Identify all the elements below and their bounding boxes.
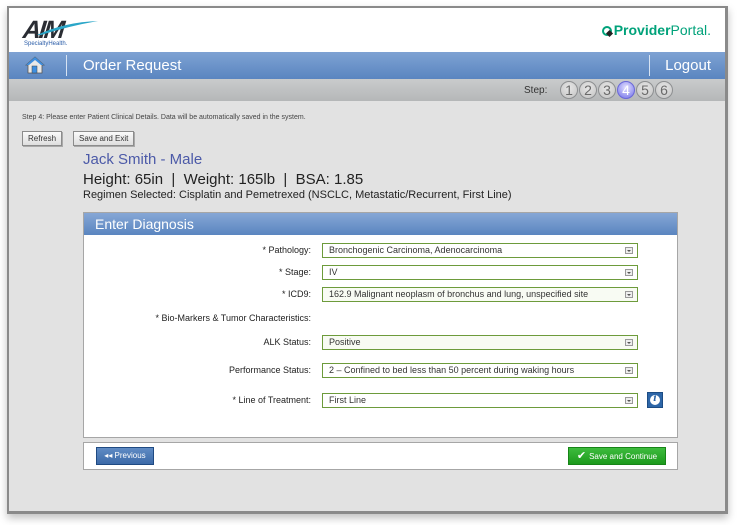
instructions-text: Step 4: Please enter Patient Clinical De… [22,114,306,121]
alk-status-select[interactable]: Positive [322,335,638,350]
logo-swoosh-icon [37,21,98,35]
stage-select[interactable]: IV [322,265,638,280]
nav-divider [66,55,67,76]
nav-bar: Order Request Logout [9,52,725,79]
pathology-label: * Pathology: [262,245,311,255]
nav-divider [649,55,650,76]
logout-link[interactable]: Logout [665,57,711,74]
chevron-down-icon [625,247,633,254]
alk-status-row: ALK Status: Positive [84,335,677,351]
patient-name: Jack Smith - Male [83,151,203,168]
logo-subtext: SpecialtyHealth. [24,41,68,47]
chevron-down-icon [625,367,633,374]
save-and-exit-button[interactable]: Save and Exit [73,131,135,146]
stage-row: * Stage: IV [84,265,677,281]
chevron-down-icon [625,397,633,404]
top-bar: AIM SpecialtyHealth. ProviderPortal. [9,8,725,52]
regimen-selected: Regimen Selected: Cisplatin and Pemetrex… [83,189,512,201]
save-and-continue-button[interactable]: ✔ Save and Continue [568,447,666,465]
step-3[interactable]: 3 [598,81,616,99]
performance-status-label: Performance Status: [228,365,311,375]
performance-status-select[interactable]: 2 – Confined to bed less than 50 percent… [322,363,638,378]
portal-cursor-icon [601,26,612,36]
pathology-select[interactable]: Bronchogenic Carcinoma, Adenocarcinoma [322,243,638,258]
pathology-row: * Pathology: Bronchogenic Carcinoma, Ade… [84,243,677,259]
step-4-current[interactable]: 4 [617,81,635,99]
performance-status-row: Performance Status: 2 – Confined to bed … [84,363,677,379]
navigation-footer: ◂◂ Previous ✔ Save and Continue [83,442,678,470]
checkmark-icon: ✔ [576,450,587,462]
chevron-down-icon [625,291,633,298]
biomarkers-row: * Bio-Markers & Tumor Characteristics: [84,311,677,327]
provider-portal-logo: ProviderPortal. [601,22,711,38]
icd9-label: * ICD9: [281,289,311,299]
stage-label: * Stage: [278,267,311,277]
icd9-select[interactable]: 162.9 Malignant neoplasm of bronchus and… [322,287,638,302]
line-of-treatment-row: * Line of Treatment: First Line i [84,392,677,409]
step-label: Step: [524,85,548,96]
page-title: Order Request [83,57,182,74]
alk-status-label: ALK Status: [263,337,311,347]
icd9-row: * ICD9: 162.9 Malignant neoplasm of bron… [84,287,677,303]
enter-diagnosis-panel: Enter Diagnosis * Pathology: Bronchogeni… [83,212,678,438]
panel-title: Enter Diagnosis [84,213,677,235]
home-icon[interactable] [25,56,45,74]
biomarkers-label: * Bio-Markers & Tumor Characteristics: [155,313,311,323]
patient-vitals: Height: 65in | Weight: 165lb | BSA: 1.85 [83,171,364,188]
step-1[interactable]: 1 [560,81,578,99]
chevron-down-icon [625,269,633,276]
step-list: 1 2 3 4 5 6 [560,81,673,99]
app-window: AIM SpecialtyHealth. ProviderPortal. Ord… [7,6,728,514]
chevron-down-icon [625,339,633,346]
line-of-treatment-select[interactable]: First Line [322,393,638,408]
previous-button[interactable]: ◂◂ Previous [96,447,154,465]
step-2[interactable]: 2 [579,81,597,99]
aim-logo[interactable]: AIM SpecialtyHealth. [21,16,101,50]
step-6[interactable]: 6 [655,81,673,99]
step-5[interactable]: 5 [636,81,654,99]
step-indicator-bar: Step: 1 2 3 4 5 6 [9,79,725,101]
line-of-treatment-label: * Line of Treatment: [232,395,311,405]
refresh-button[interactable]: Refresh [22,131,63,146]
info-icon[interactable]: i [647,392,663,408]
